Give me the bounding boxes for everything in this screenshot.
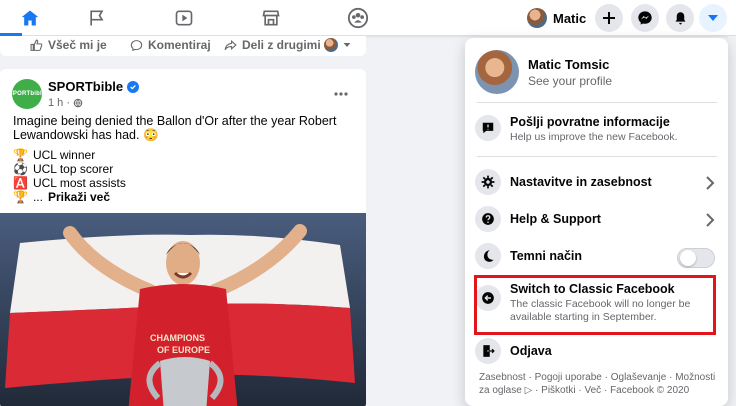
moon-icon — [475, 243, 501, 269]
highlight-annotation-box — [474, 275, 716, 335]
home-tab[interactable] — [0, 4, 60, 36]
post-list-item: 🏆 UCL winner — [13, 148, 96, 162]
give-feedback-item[interactable]: Pošlji povratne informacije Help us impr… — [475, 115, 719, 144]
plus-icon — [603, 12, 615, 24]
post-image[interactable]: CHAMPIONS OF EUROPE — [0, 213, 366, 406]
trophy-emoji: 🏆 — [13, 190, 28, 204]
chevron-right-icon — [706, 213, 715, 227]
see-more-link[interactable]: Prikaži več — [48, 190, 110, 204]
comment-icon — [130, 39, 143, 51]
home-icon — [21, 10, 39, 26]
divider — [477, 156, 717, 157]
dark-mode-item[interactable]: Temni način — [475, 243, 719, 269]
post-author[interactable]: SPORTbible — [48, 79, 140, 94]
like-button[interactable]: Všeč mi je — [30, 38, 107, 52]
profile-subtitle: See your profile — [528, 73, 613, 88]
page-scrollbar[interactable] — [728, 36, 736, 406]
share-icon — [224, 39, 237, 50]
feedback-icon — [475, 115, 501, 141]
profile-name: Matic Tomsic — [528, 56, 610, 72]
post-time-text: 1 h · — [48, 97, 71, 109]
thumbs-up-icon — [30, 39, 43, 51]
question-icon — [475, 206, 501, 232]
video-icon — [175, 10, 193, 26]
feed-post: SPORTbible SPORTbible 1 h · Imagine bein… — [0, 69, 366, 406]
flag-icon — [90, 10, 104, 26]
globe-icon — [73, 98, 83, 108]
gear-icon — [475, 169, 501, 195]
chevron-right-icon — [706, 176, 715, 190]
notifications-icon — [675, 11, 685, 24]
share-audience-selector[interactable] — [324, 38, 351, 52]
account-dropdown-menu: Matic Tomsic See your profile Pošlji pov… — [465, 38, 728, 406]
image-text: CHAMPIONS — [150, 333, 205, 343]
post-list: 🏆 UCL winner ⚽ UCL top scorer 🅰️ UCL most a… — [13, 148, 126, 204]
feedback-title: Pošlji povratne informacije — [510, 115, 670, 129]
menu-footer-links[interactable]: Zasebnost · Pogoji uporabe · Oglaševanje… — [479, 372, 719, 397]
caret-down-icon — [708, 15, 718, 21]
share-button[interactable]: Deli z drugimi — [224, 38, 321, 52]
pages-tab[interactable] — [67, 4, 127, 32]
comment-label: Komentiraj — [148, 38, 211, 52]
caret-down-icon — [343, 43, 351, 47]
post-list-item: 🅰️ UCL most assists — [13, 176, 126, 190]
profile-shortcut[interactable]: Matic — [524, 5, 592, 31]
groups-tab[interactable] — [328, 4, 388, 32]
trophy-emoji: 🏆 — [13, 148, 28, 162]
dark-mode-title: Temni način — [510, 249, 583, 263]
create-button[interactable] — [595, 4, 623, 32]
top-navigation-bar: Matic — [0, 0, 736, 36]
feedback-description: Help us improve the new Facebook. — [510, 131, 678, 143]
avatar — [527, 8, 547, 28]
logout-item[interactable]: Odjava — [475, 338, 719, 364]
settings-privacy-item[interactable]: Nastavitve in zasebnost — [475, 169, 719, 195]
profile-shortcut-name: Matic — [553, 10, 587, 26]
help-support-item[interactable]: Help & Support — [475, 206, 719, 232]
help-title: Help & Support — [510, 212, 601, 226]
post-text: Imagine being denied the Ballon d'Or aft… — [13, 114, 337, 142]
post-action-row: Všeč mi je Komentiraj Deli z drugimi — [0, 36, 366, 56]
post-options-button[interactable] — [334, 83, 348, 99]
messenger-button[interactable] — [631, 4, 659, 32]
avatar — [475, 50, 519, 94]
more-horizontal-icon — [334, 92, 348, 96]
post-author-name: SPORTbible — [48, 79, 124, 94]
watch-tab[interactable] — [154, 4, 214, 32]
share-label: Deli z drugimi — [242, 38, 321, 52]
notifications-button[interactable] — [666, 4, 694, 32]
letter-a-emoji: 🅰️ — [13, 176, 28, 190]
dark-mode-toggle[interactable] — [677, 248, 715, 268]
see-profile-item[interactable]: Matic Tomsic See your profile — [475, 47, 719, 97]
groups-icon — [347, 7, 369, 29]
post-list-item: 🏆... Prikaži več — [13, 190, 111, 204]
messenger-icon — [638, 11, 652, 25]
marketplace-icon — [262, 10, 280, 26]
page-avatar[interactable]: SPORTbible — [9, 79, 45, 109]
like-label: Všeč mi je — [48, 38, 107, 52]
logout-door-icon — [475, 338, 501, 364]
post-timestamp[interactable]: 1 h · — [48, 97, 83, 109]
verified-badge-icon — [127, 80, 140, 93]
account-menu-button[interactable] — [699, 4, 727, 32]
logout-title: Odjava — [510, 344, 552, 358]
comment-button[interactable]: Komentiraj — [130, 38, 211, 52]
image-text: OF EUROPE — [157, 345, 210, 355]
divider — [477, 102, 717, 103]
marketplace-tab[interactable] — [241, 4, 301, 32]
post-list-item: ⚽ UCL top scorer — [13, 162, 114, 176]
settings-title: Nastavitve in zasebnost — [510, 175, 652, 189]
player-celebration-illustration: CHAMPIONS OF EUROPE — [0, 213, 366, 406]
page-avatar-text: SPORTbible — [8, 91, 46, 97]
soccer-ball-emoji: ⚽ — [13, 162, 28, 176]
avatar — [324, 38, 338, 52]
